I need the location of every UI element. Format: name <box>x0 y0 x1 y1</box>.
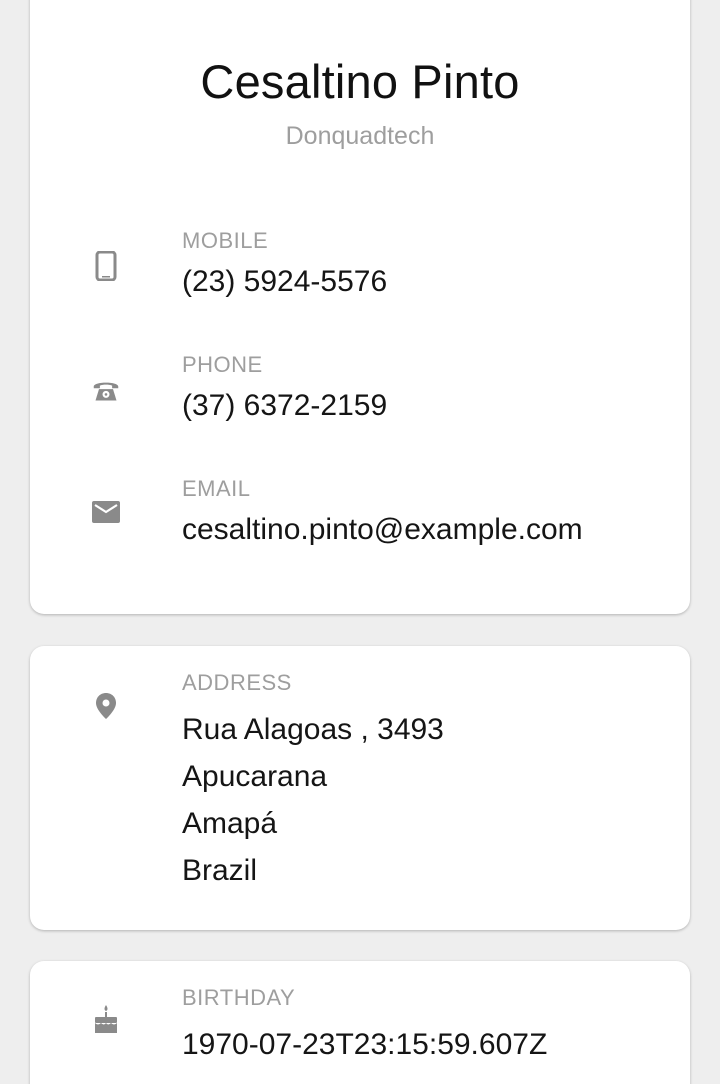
address-line-state: Amapá <box>182 807 278 840</box>
telephone-icon <box>92 376 120 404</box>
address-line-country: Brazil <box>182 854 258 887</box>
phone-value[interactable]: (37) 6372-2159 <box>182 382 387 429</box>
mobile-value[interactable]: (23) 5924-5576 <box>182 258 387 305</box>
birthday-label: BIRTHDAY <box>182 985 296 1010</box>
address-value[interactable]: Rua Alagoas , 3493 Apucarana Amapá Brazi… <box>182 706 444 894</box>
address-line-street: Rua Alagoas , 3493 <box>182 713 444 746</box>
address-label: ADDRESS <box>182 670 292 695</box>
envelope-icon <box>92 498 120 526</box>
birthday-value[interactable]: 1970-07-23T23:15:59.607Z <box>182 1021 547 1068</box>
email-value[interactable]: cesaltino.pinto@example.com <box>182 506 583 553</box>
birthday-card: BIRTHDAY 1970-07-23T23:15:59.607Z <box>30 961 690 1084</box>
address-card: ADDRESS Rua Alagoas , 3493 Apucarana Ama… <box>30 646 690 930</box>
address-line-city: Apucarana <box>182 760 328 793</box>
mobile-label: MOBILE <box>182 228 269 253</box>
contact-name: Cesaltino Pinto <box>200 55 520 108</box>
smartphone-icon <box>92 251 120 281</box>
profile-card: Cesaltino Pinto Donquadtech MOBILE (23) … <box>30 0 690 614</box>
company-name: Donquadtech <box>285 122 435 150</box>
contact-detail-screen: Cesaltino Pinto Donquadtech MOBILE (23) … <box>0 0 720 1084</box>
phone-label: PHONE <box>182 352 263 377</box>
email-label: EMAIL <box>182 476 251 501</box>
map-pin-icon <box>92 692 120 720</box>
cake-icon <box>92 1005 120 1033</box>
